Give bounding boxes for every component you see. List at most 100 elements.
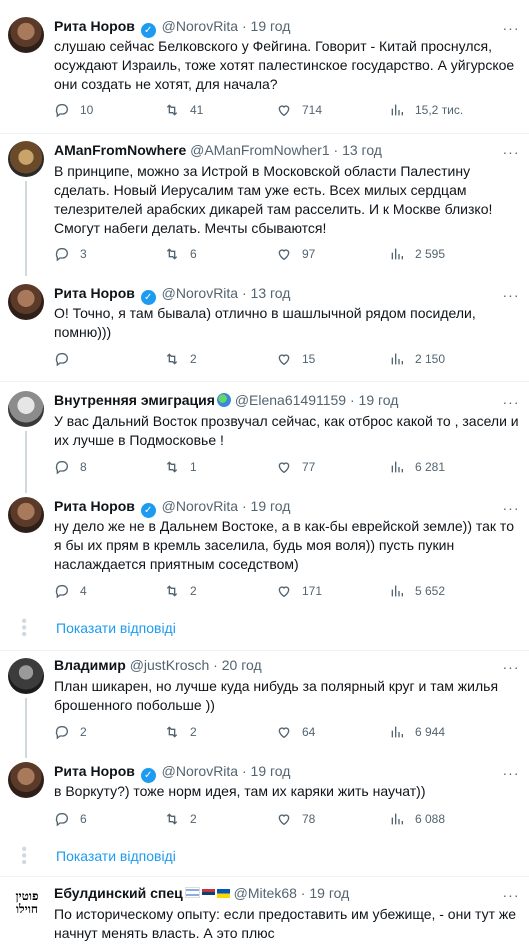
- reply-button[interactable]: 10: [54, 102, 93, 118]
- author-handle[interactable]: @Elena61491159: [235, 392, 346, 408]
- like-count: 64: [302, 725, 316, 739]
- more-options-icon[interactable]: ···: [501, 501, 521, 518]
- avatar[interactable]: [8, 17, 44, 53]
- more-options-icon[interactable]: ···: [501, 888, 521, 905]
- tweet-header: Рита Норов ✓ @NorovRita · 19 год: [54, 762, 521, 783]
- retweet-button[interactable]: 2: [164, 811, 197, 827]
- timestamp[interactable]: 13 год: [251, 285, 291, 301]
- avatar[interactable]: [8, 497, 44, 533]
- author-name[interactable]: Рита Норов: [54, 18, 135, 34]
- heart-icon: [278, 814, 290, 826]
- views-count: 2 595: [415, 247, 446, 261]
- retweet-button[interactable]: 2: [164, 583, 197, 599]
- views-count: 2 150: [415, 352, 446, 366]
- like-button[interactable]: 714: [276, 102, 322, 118]
- author-name[interactable]: Рита Норов: [54, 285, 135, 301]
- author-handle[interactable]: @Mitek68: [234, 885, 297, 901]
- like-count: 97: [302, 247, 316, 261]
- timestamp[interactable]: 19 год: [309, 885, 349, 901]
- author-handle[interactable]: @NorovRita: [162, 763, 238, 779]
- avatar[interactable]: [8, 762, 44, 798]
- views-button[interactable]: 6 281: [389, 459, 445, 475]
- like-count: 78: [302, 812, 316, 826]
- show-replies-button[interactable]: ••• Показати відповіді: [0, 834, 529, 878]
- timestamp[interactable]: 20 год: [222, 657, 262, 673]
- views-button[interactable]: 6 944: [389, 724, 445, 740]
- reply-count: 6: [80, 812, 87, 826]
- thread-line: [25, 431, 27, 493]
- reply-button[interactable]: 6: [54, 811, 87, 827]
- author-name[interactable]: Рита Норов: [54, 763, 135, 779]
- timestamp[interactable]: 19 год: [251, 498, 291, 514]
- more-options-icon[interactable]: ···: [501, 395, 521, 412]
- retweet-button[interactable]: 2: [164, 351, 197, 367]
- like-button[interactable]: 78: [276, 811, 315, 827]
- heart-icon: [278, 462, 290, 474]
- views-button[interactable]: 6 088: [389, 811, 445, 827]
- reply-button[interactable]: 2: [54, 724, 87, 740]
- reply-icon: [55, 104, 68, 118]
- more-options-icon[interactable]: ···: [501, 145, 521, 162]
- reply-button[interactable]: 8: [54, 459, 87, 475]
- separator-dot: ·: [241, 285, 247, 301]
- reply-icon: [55, 726, 68, 740]
- retweet-icon: [166, 461, 178, 473]
- like-button[interactable]: 171: [276, 583, 322, 599]
- avatar[interactable]: [8, 141, 44, 177]
- like-button[interactable]: 77: [276, 459, 315, 475]
- more-options-icon[interactable]: ···: [501, 766, 521, 783]
- author-name[interactable]: Рита Норов: [54, 498, 135, 514]
- views-button[interactable]: 2 595: [389, 246, 445, 262]
- timestamp[interactable]: 13 год: [342, 142, 382, 158]
- author-name[interactable]: AManFromNowhere: [54, 142, 186, 158]
- show-replies-label: Показати відповіді: [56, 848, 176, 864]
- author-name[interactable]: Владимир: [54, 657, 126, 673]
- timestamp[interactable]: 19 год: [251, 763, 291, 779]
- tweet-text: О! Точно, я там бывала) отлично в шашлыч…: [54, 305, 476, 340]
- timestamp[interactable]: 19 год: [251, 18, 291, 34]
- like-button[interactable]: 64: [276, 724, 315, 740]
- like-button[interactable]: 97: [276, 246, 315, 262]
- separator-dot: ·: [300, 885, 306, 901]
- retweet-icon: [166, 353, 178, 365]
- retweet-button[interactable]: 1: [164, 459, 197, 475]
- tweet-actions: 2 2 64 6 944: [54, 724, 521, 744]
- tweet-text: По историческому опыту: если предоставит…: [54, 906, 517, 941]
- separator-dot: ·: [241, 498, 247, 514]
- tweet-text: в Воркуту?) тоже норм идея, там их каряк…: [54, 783, 426, 799]
- reply-button[interactable]: 3: [54, 246, 87, 262]
- author-handle[interactable]: @NorovRita: [162, 285, 238, 301]
- tweet-actions: 8 1 77 6 281: [54, 459, 521, 479]
- views-count: 15,2 тис.: [415, 103, 464, 117]
- author-handle[interactable]: @AManFromNowher1: [190, 142, 329, 158]
- avatar[interactable]: פוטין חוילו: [8, 884, 46, 922]
- timestamp[interactable]: 19 год: [359, 392, 399, 408]
- views-button[interactable]: 15,2 тис.: [389, 102, 463, 118]
- author-name[interactable]: Внутренняя эмиграция: [54, 392, 215, 408]
- author-handle[interactable]: @NorovRita: [162, 18, 238, 34]
- retweet-button[interactable]: 6: [164, 246, 197, 262]
- author-handle[interactable]: @NorovRita: [162, 498, 238, 514]
- retweet-count: 2: [190, 725, 197, 739]
- retweet-button[interactable]: 41: [164, 102, 203, 118]
- more-options-icon[interactable]: ···: [501, 660, 521, 677]
- author-handle[interactable]: @justKrosch: [130, 657, 210, 673]
- more-options-icon[interactable]: ···: [501, 21, 521, 38]
- verified-badge-icon: ✓: [140, 503, 156, 518]
- avatar[interactable]: [8, 391, 44, 427]
- avatar[interactable]: [8, 284, 44, 320]
- tweet-header: Ебулдинский спец @Mitek68 · 19 год: [54, 884, 521, 902]
- like-button[interactable]: 15: [276, 351, 315, 367]
- author-name[interactable]: Ебулдинский спец: [54, 885, 183, 901]
- avatar[interactable]: [8, 658, 44, 694]
- retweet-button[interactable]: 2: [164, 724, 197, 740]
- views-chart-icon: [391, 585, 403, 597]
- reply-button[interactable]: 4: [54, 583, 87, 599]
- tweet-header: AManFromNowhere @AManFromNowher1 · 13 го…: [54, 141, 521, 159]
- reply-button[interactable]: [54, 351, 80, 367]
- views-button[interactable]: 5 652: [389, 583, 445, 599]
- show-replies-button[interactable]: ••• Показати відповіді: [0, 606, 529, 650]
- more-dots-icon: •••: [15, 846, 32, 866]
- views-button[interactable]: 2 150: [389, 351, 445, 367]
- more-options-icon[interactable]: ···: [501, 288, 521, 305]
